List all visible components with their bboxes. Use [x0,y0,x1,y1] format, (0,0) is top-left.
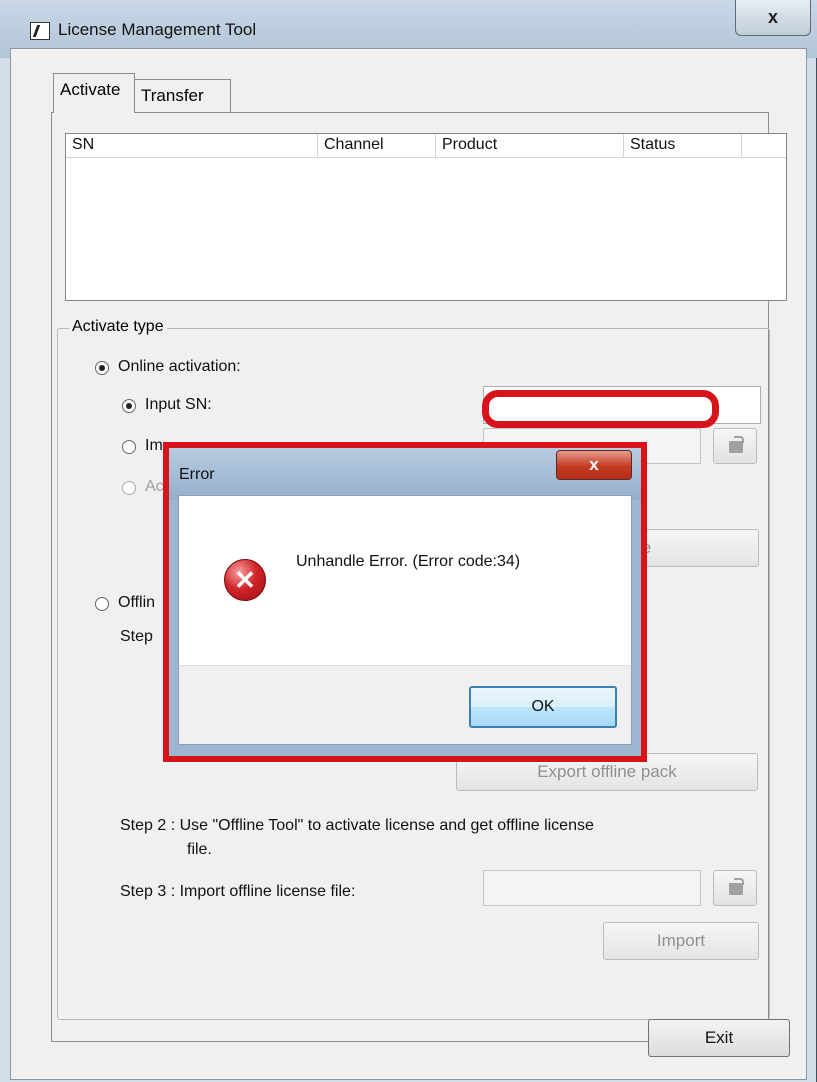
error-dialog-footer: OK [178,665,632,745]
license-list-header: SN Channel Product Status [66,134,786,158]
third-activation-radio[interactable] [122,481,136,495]
ok-button[interactable]: OK [469,686,617,728]
import-button[interactable]: Import [603,922,759,960]
activate-type-legend: Activate type [69,318,167,336]
column-status[interactable]: Status [624,134,742,158]
exit-button[interactable]: Exit [648,1019,790,1057]
tab-transfer[interactable]: Transfer [135,79,231,113]
step3-text: Step 3 : Import offline license file: [120,883,356,900]
import-radio[interactable] [122,440,136,454]
input-sn-label: Input SN: [145,396,212,413]
column-channel[interactable]: Channel [318,134,436,158]
offline-activation-radio[interactable] [95,597,109,611]
offline-activation-label: Offlin [118,594,156,611]
browse-offline-license-button[interactable] [713,870,757,906]
offline-license-file-input[interactable] [483,870,701,906]
app-icon [30,22,50,40]
step2-text-line1: Step 2 : Use "Offline Tool" to activate … [120,817,594,834]
online-activation-radio[interactable] [95,361,109,375]
license-management-window: License Management Tool x Activate Trans… [0,0,817,1082]
error-dialog-title-bar: Error x [169,448,641,500]
error-message: Unhandle Error. (Error code:34) [296,553,521,570]
folder-icon [729,878,744,895]
third-activation-label: Ac [145,478,164,495]
column-sn[interactable]: SN [66,134,318,158]
browse-import-button[interactable] [713,428,757,464]
error-dialog-body: ✕ Unhandle Error. (Error code:34) [178,495,632,666]
error-dialog-title: Error [179,466,215,483]
error-dialog: Error x ✕ Unhandle Error. (Error code:34… [163,442,647,762]
window-close-button[interactable]: x [735,0,811,36]
sn-highlight-mark [482,390,719,428]
online-activation-label: Online activation: [118,358,241,375]
column-product[interactable]: Product [436,134,624,158]
import-label: Im [145,437,163,454]
input-sn-radio[interactable] [122,399,136,413]
step1-text: Step [120,628,153,645]
tab-activate[interactable]: Activate [53,73,135,113]
error-dialog-close-button[interactable]: x [556,450,632,480]
step2-text-line2: file. [187,841,212,858]
license-list[interactable]: SN Channel Product Status [65,133,787,301]
window-title: License Management Tool [58,20,257,39]
folder-icon [729,436,744,453]
error-icon: ✕ [224,559,266,601]
